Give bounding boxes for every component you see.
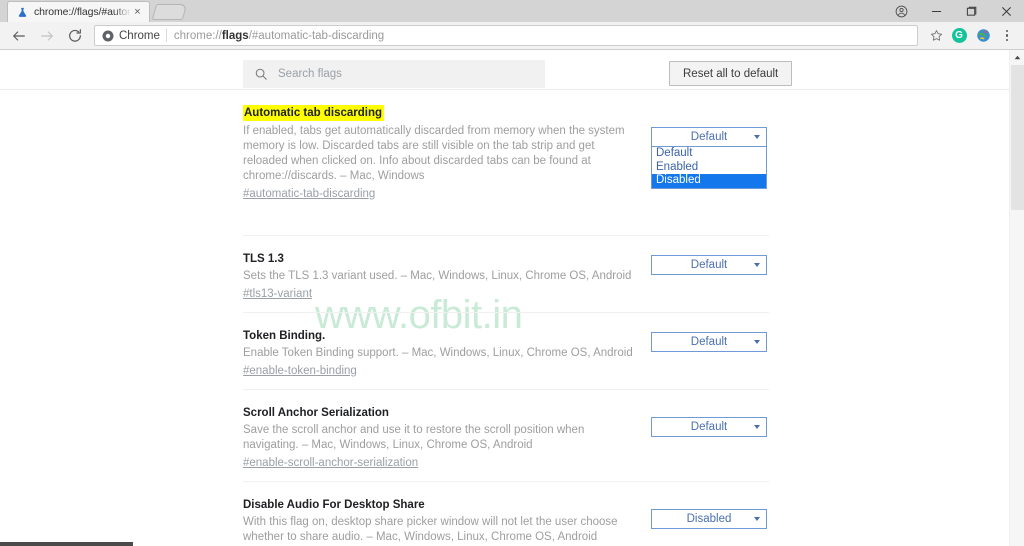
omnibox-url: chrome://flags/#automatic-tab-discarding xyxy=(174,30,384,42)
flag-text-block: TLS 1.3 Sets the TLS 1.3 variant used. –… xyxy=(243,249,638,303)
flag-select[interactable]: Disabled xyxy=(651,509,767,529)
select-option-default[interactable]: Default xyxy=(652,147,766,161)
flag-row: Disable Audio For Desktop Share With thi… xyxy=(0,495,1024,546)
url-bold-segment: flags xyxy=(221,29,249,42)
flag-row: Automatic tab discarding If enabled, tab… xyxy=(0,103,1024,207)
flag-divider xyxy=(243,481,769,482)
flags-page-header: Reset all to default xyxy=(0,50,1024,90)
page-scrollbar[interactable] xyxy=(1009,50,1024,546)
address-bar[interactable]: Chrome chrome://flags/#automatic-tab-dis… xyxy=(94,25,918,46)
flag-title: TLS 1.3 xyxy=(243,253,284,265)
flags-page: www.ofbit.in Reset all to default Automa… xyxy=(0,50,1024,546)
search-input[interactable] xyxy=(278,68,528,80)
scroll-up-icon[interactable] xyxy=(1010,50,1024,65)
scrollbar-thumb[interactable] xyxy=(1011,65,1024,210)
chevron-down-icon xyxy=(754,517,760,521)
flag-anchor-link[interactable]: #enable-token-binding xyxy=(243,363,357,380)
tab-close-icon[interactable]: × xyxy=(131,6,144,19)
flag-row: Token Binding. Enable Token Binding supp… xyxy=(0,326,1024,380)
flag-description: Save the scroll anchor and use it to res… xyxy=(243,424,585,451)
browser-window: chrome://flags/#automati × xyxy=(0,0,1024,546)
search-flags-box[interactable] xyxy=(243,60,545,88)
flag-title: Token Binding. xyxy=(243,330,326,342)
flag-select[interactable]: Default xyxy=(651,332,767,352)
flag-description: Sets the TLS 1.3 variant used. – Mac, Wi… xyxy=(243,270,632,282)
flag-select-wrapper: Default xyxy=(651,417,767,437)
window-controls xyxy=(884,0,1024,22)
back-icon[interactable] xyxy=(6,23,32,49)
flag-select[interactable]: Default xyxy=(651,255,767,275)
flag-select-wrapper: Disabled xyxy=(651,509,767,529)
flag-select[interactable]: Default xyxy=(651,417,767,437)
grammarly-extension-icon[interactable]: G xyxy=(948,23,970,49)
flag-title: Disable Audio For Desktop Share xyxy=(243,499,425,511)
new-tab-button[interactable] xyxy=(151,4,188,20)
flag-select-value: Disabled xyxy=(686,513,732,525)
chrome-menu-icon[interactable] xyxy=(996,23,1018,49)
minimize-button[interactable] xyxy=(919,0,954,22)
reset-all-to-default-button[interactable]: Reset all to default xyxy=(669,61,793,86)
reload-icon[interactable] xyxy=(62,23,88,49)
url-prefix: chrome:// xyxy=(173,29,222,42)
flag-title: Automatic tab discarding xyxy=(243,105,385,121)
omnibox-separator xyxy=(165,29,167,42)
search-icon xyxy=(253,66,269,82)
flag-text-block: Scroll Anchor Serialization Save the scr… xyxy=(243,403,638,472)
browser-toolbar: Chrome chrome://flags/#automatic-tab-dis… xyxy=(0,22,1024,50)
flag-text-block: Token Binding. Enable Token Binding supp… xyxy=(243,326,638,380)
omnibox-scheme-label: Chrome xyxy=(119,29,160,42)
flag-divider xyxy=(243,235,769,236)
chevron-down-icon xyxy=(754,425,760,429)
flag-divider xyxy=(243,389,769,390)
flag-anchor-link[interactable]: #enable-scroll-anchor-serialization xyxy=(243,455,418,472)
chevron-down-icon xyxy=(754,340,760,344)
flag-select-options: Default Enabled Disabled xyxy=(651,147,767,189)
flag-select-wrapper: Default xyxy=(651,332,767,352)
flag-row: Scroll Anchor Serialization Save the scr… xyxy=(0,403,1024,472)
menu-dot xyxy=(1005,38,1009,42)
flag-description: If enabled, tabs get automatically disca… xyxy=(243,125,625,182)
bottom-status-bar xyxy=(0,542,133,546)
menu-dot xyxy=(1005,34,1009,37)
globe-extension-icon[interactable] xyxy=(972,23,994,49)
flask-icon xyxy=(16,6,29,19)
close-window-button[interactable] xyxy=(989,0,1024,22)
chrome-logo-icon xyxy=(101,29,114,42)
chevron-down-icon xyxy=(754,135,760,139)
maximize-button[interactable] xyxy=(954,0,989,22)
profile-icon[interactable] xyxy=(884,0,919,22)
select-option-enabled[interactable]: Enabled xyxy=(652,161,766,175)
flag-title: Scroll Anchor Serialization xyxy=(243,407,389,419)
browser-tab[interactable]: chrome://flags/#automati × xyxy=(7,1,150,22)
forward-icon xyxy=(34,23,60,49)
flag-divider xyxy=(243,312,769,313)
grammarly-glyph: G xyxy=(951,28,967,43)
chevron-down-icon xyxy=(754,263,760,267)
flag-text-block: Disable Audio For Desktop Share With thi… xyxy=(243,495,638,546)
tab-title: chrome://flags/#automati xyxy=(34,6,131,18)
flags-list: Automatic tab discarding If enabled, tab… xyxy=(0,90,1024,546)
flag-select-wrapper: Default Default Enabled Disabled xyxy=(651,127,767,189)
flag-select-value: Default xyxy=(690,259,728,271)
menu-dot xyxy=(1005,29,1009,33)
url-suffix: /#automatic-tab-discarding xyxy=(248,29,385,42)
flag-select-wrapper: Default xyxy=(651,255,767,275)
flag-anchor-link[interactable]: #automatic-tab-discarding xyxy=(243,186,375,203)
flag-select-value: Default xyxy=(690,131,728,143)
flag-anchor-link[interactable]: #tls13-variant xyxy=(243,286,312,303)
flag-select-value: Default xyxy=(690,421,728,433)
flag-select[interactable]: Default xyxy=(651,127,767,147)
flag-row: TLS 1.3 Sets the TLS 1.3 variant used. –… xyxy=(0,249,1024,303)
flag-description: Enable Token Binding support. – Mac, Win… xyxy=(243,347,633,359)
bookmark-star-icon[interactable] xyxy=(926,29,946,42)
tab-strip: chrome://flags/#automati × xyxy=(0,0,1024,22)
flag-select-value: Default xyxy=(690,336,728,348)
flag-text-block: Automatic tab discarding If enabled, tab… xyxy=(243,103,638,203)
flag-description: With this flag on, desktop share picker … xyxy=(243,516,618,543)
select-option-disabled[interactable]: Disabled xyxy=(652,174,766,188)
